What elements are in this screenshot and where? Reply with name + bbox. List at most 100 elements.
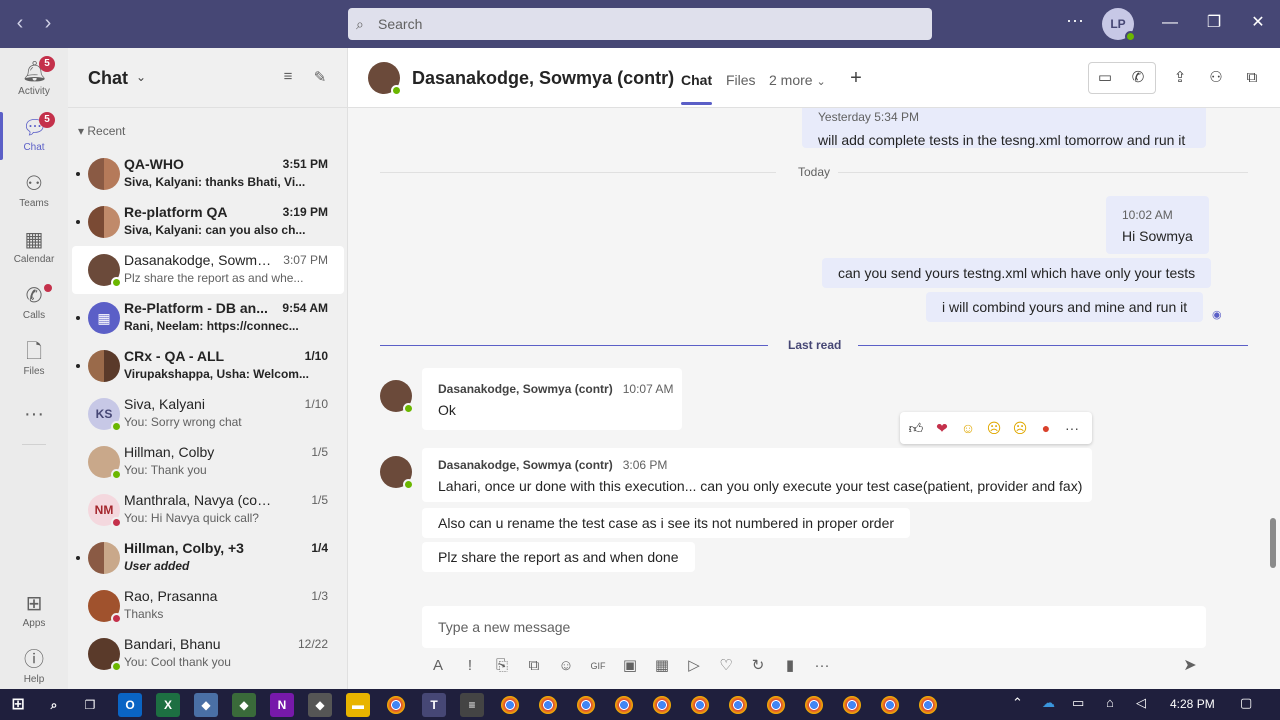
onedrive-icon[interactable]: ☁ <box>1042 695 1055 711</box>
chat-list-title[interactable]: Chat <box>88 68 128 89</box>
rail-apps[interactable]: ⊞ Apps <box>0 584 68 640</box>
angry-reaction-icon[interactable]: ● <box>1036 418 1056 438</box>
share-screen-icon[interactable]: ⇪ <box>1164 62 1196 94</box>
heart-reaction-icon[interactable]: ❤ <box>932 418 952 438</box>
chrome-icon[interactable] <box>729 696 747 714</box>
chrome-icon[interactable] <box>881 696 899 714</box>
chrome-icon[interactable] <box>653 696 671 714</box>
emoji-icon[interactable]: ☺ <box>556 654 576 678</box>
chat-item-rao-prasanna[interactable]: Rao, Prasanna 1/3 Thanks <box>72 582 344 630</box>
contact-avatar[interactable] <box>368 62 402 96</box>
network-icon[interactable]: ⌂ <box>1106 695 1114 710</box>
forward-arrow-icon[interactable]: › <box>36 12 60 36</box>
refresh-icon[interactable]: ↻ <box>748 654 768 678</box>
chat-item-hillman-group[interactable]: Hillman, Colby, +3 1/4 User added <box>72 534 344 582</box>
tab-files[interactable]: Files <box>726 72 756 88</box>
back-arrow-icon[interactable]: ‹ <box>8 12 32 36</box>
rail-more[interactable]: ··· <box>0 394 68 450</box>
filter-icon[interactable]: ≡ <box>278 68 298 88</box>
chrome-icon[interactable] <box>767 696 785 714</box>
more-reactions-icon[interactable]: ··· <box>1062 418 1082 438</box>
their-message[interactable]: Dasanakodge, Sowmya (contr) 3:06 PM Laha… <box>422 448 1092 502</box>
chrome-icon[interactable] <box>805 696 823 714</box>
rail-calendar[interactable]: ▦ Calendar <box>0 220 68 276</box>
gif-icon[interactable]: GIF <box>588 654 608 678</box>
windows-start-icon[interactable]: ⊞ <box>6 693 30 717</box>
minimize-icon[interactable]: — <box>1158 12 1182 36</box>
chrome-icon[interactable] <box>501 696 519 714</box>
teams-icon[interactable]: T <box>422 693 446 717</box>
more-options-icon[interactable]: ··· <box>1066 10 1084 31</box>
new-chat-icon[interactable]: ✎ <box>310 68 330 88</box>
attach-icon[interactable]: ⎘ <box>492 654 512 678</box>
chrome-icon[interactable] <box>919 696 937 714</box>
excel-icon[interactable]: X <box>156 693 180 717</box>
scrollbar[interactable] <box>1270 518 1276 568</box>
rail-activity[interactable]: 🔔︎ 5 Activity <box>0 52 68 108</box>
outlook-icon[interactable]: O <box>118 693 142 717</box>
app-icon[interactable]: ≡ <box>460 693 484 717</box>
compose-input[interactable]: Type a new message <box>422 606 1206 648</box>
task-view-icon[interactable]: ❐ <box>78 693 102 717</box>
rail-chat[interactable]: 💬︎ 5 Chat <box>0 108 68 164</box>
chat-item-hillman-colby[interactable]: Hillman, Colby 1/5 You: Thank you <box>72 438 344 486</box>
send-icon[interactable]: ➤ <box>1178 654 1202 678</box>
add-people-icon[interactable]: ⚇ <box>1200 62 1232 94</box>
app-icon[interactable]: ◆ <box>308 693 332 717</box>
close-icon[interactable]: ✕ <box>1246 12 1270 36</box>
chat-item-bandari-bhanu[interactable]: Bandari, Bhanu 12/22 You: Cool thank you <box>72 630 344 678</box>
chevron-down-icon[interactable]: ⌄ <box>136 70 146 84</box>
tray-chevron-icon[interactable]: ⌃ <box>1012 695 1023 711</box>
chrome-icon[interactable] <box>843 696 861 714</box>
more-options-icon[interactable]: ··· <box>812 654 832 678</box>
tab-more[interactable]: 2 more ⌄ <box>769 72 826 88</box>
praise-icon[interactable]: ♡ <box>716 654 736 678</box>
chrome-icon[interactable] <box>615 696 633 714</box>
app-icon[interactable]: ▮ <box>780 654 800 678</box>
app-icon[interactable]: ◆ <box>194 693 218 717</box>
important-icon[interactable]: ! <box>460 654 480 678</box>
rail-files[interactable]: 🗋 Files <box>0 332 68 388</box>
their-message[interactable]: Plz share the report as and when done <box>422 542 695 572</box>
video-call-icon[interactable]: ▭ <box>1089 62 1121 94</box>
rail-teams[interactable]: ⚇ Teams <box>0 164 68 220</box>
clock[interactable]: 4:28 PM <box>1170 697 1215 711</box>
schedule-meeting-icon[interactable]: ▦ <box>652 654 672 678</box>
sticker-icon[interactable]: ▣ <box>620 654 640 678</box>
search-input[interactable]: ⌕ Search <box>348 8 932 40</box>
tab-chat[interactable]: Chat <box>681 72 713 105</box>
file-explorer-icon[interactable]: ▬ <box>346 693 370 717</box>
onenote-icon[interactable]: N <box>270 693 294 717</box>
chat-item-replatform-qa[interactable]: Re-platform QA 3:19 PM Siva, Kalyani: ca… <box>72 198 344 246</box>
app-icon[interactable]: ◆ <box>232 693 256 717</box>
chat-item-replatform-db[interactable]: ▦ Re-Platform - DB an... 9:54 AM Rani, N… <box>72 294 344 342</box>
message-list[interactable]: Yesterday 5:34 PM will add complete test… <box>348 108 1280 598</box>
notification-icon[interactable]: ▢ <box>1240 695 1252 711</box>
chat-item-qa-who[interactable]: QA-WHO 3:51 PM Siva, Kalyani: thanks Bha… <box>72 150 344 198</box>
profile-avatar[interactable]: LP <box>1102 8 1136 42</box>
chrome-icon[interactable] <box>539 696 557 714</box>
my-message[interactable]: i will combind yours and mine and run it <box>926 292 1204 322</box>
chat-item-crx-qa-all[interactable]: CRx - QA - ALL 1/10 Virupakshappa, Usha:… <box>72 342 344 390</box>
sender-avatar[interactable] <box>380 380 414 414</box>
their-message[interactable]: Dasanakodge, Sowmya (contr) 10:07 AM Ok <box>422 368 682 430</box>
like-reaction-icon[interactable]: 👍︎ <box>906 418 926 438</box>
chat-item-manthrala-navya[interactable]: NM Manthrala, Navya (contr) 1/5 You: Hi … <box>72 486 344 534</box>
sender-avatar[interactable] <box>380 456 414 490</box>
my-message[interactable]: 10:02 AM Hi Sowmya <box>1106 196 1209 254</box>
format-icon[interactable]: A <box>428 654 448 678</box>
stream-icon[interactable]: ▷ <box>684 654 704 678</box>
battery-icon[interactable]: ▭ <box>1072 695 1084 711</box>
chrome-icon[interactable] <box>387 696 405 714</box>
laugh-reaction-icon[interactable]: ☺ <box>958 418 978 438</box>
audio-call-icon[interactable]: ✆ <box>1122 62 1154 94</box>
rail-help[interactable]: ⓘ Help <box>0 640 68 696</box>
my-message[interactable]: Yesterday 5:34 PM will add complete test… <box>802 108 1206 148</box>
rail-calls[interactable]: ✆ Calls <box>0 276 68 332</box>
add-tab-icon[interactable]: + <box>840 62 872 94</box>
recent-section-header[interactable]: ▾ Recent <box>78 124 125 138</box>
their-message[interactable]: Also can u rename the test case as i see… <box>422 508 911 538</box>
chat-item-siva-kalyani[interactable]: KS Siva, Kalyani 1/10 You: Sorry wrong c… <box>72 390 344 438</box>
surprised-reaction-icon[interactable]: ☹ <box>984 418 1004 438</box>
chat-item-dasanakodge[interactable]: Dasanakodge, Sowmya... 3:07 PM Plz share… <box>72 246 344 294</box>
